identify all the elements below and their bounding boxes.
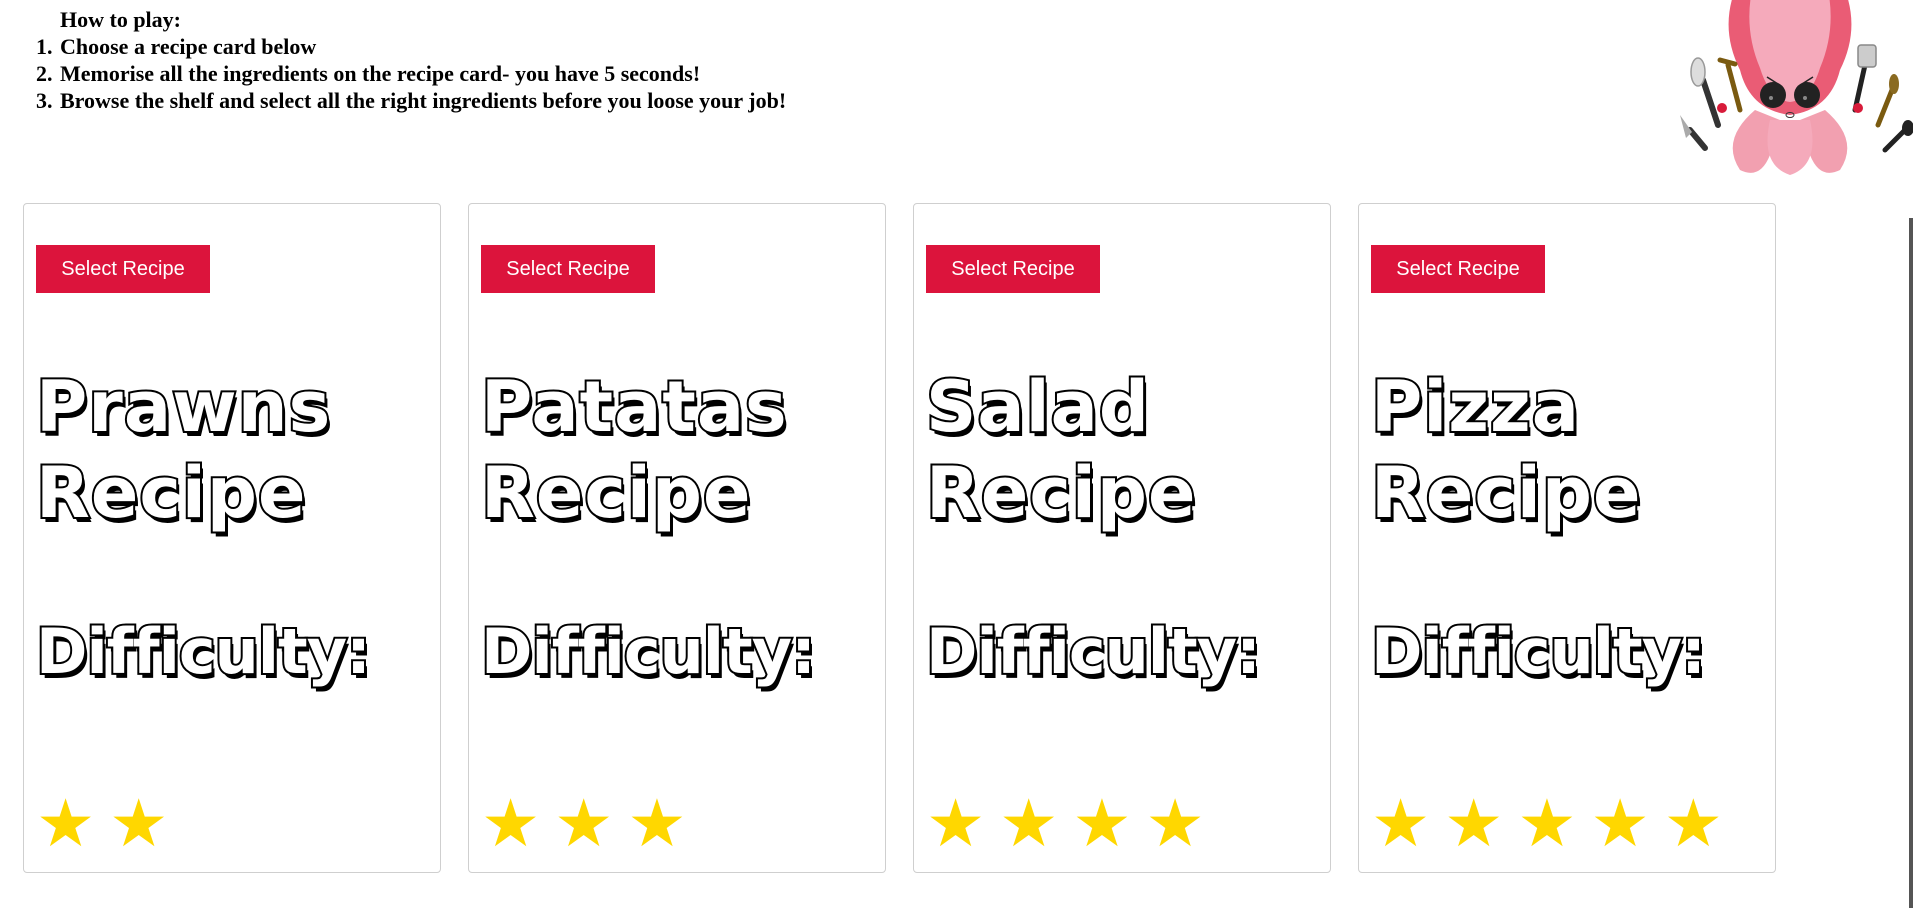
recipe-card-patatas: Select Recipe Patatas Recipe Difficulty:… [468,203,886,873]
instruction-step: 2. Memorise all the ingredients on the re… [36,60,786,87]
star-icon: ★ [1590,785,1650,862]
recipe-title: Patatas Recipe [479,364,789,536]
select-recipe-button[interactable]: Select Recipe [926,245,1100,293]
star-icon: ★ [1371,785,1431,862]
recipe-cards: Select Recipe Prawns Recipe Difficulty: … [23,203,1783,875]
star-icon: ★ [554,785,614,862]
step-number: 2. [36,61,53,86]
instructions-heading: How to play: [60,7,181,32]
recipe-title: Prawns Recipe [34,364,332,536]
instruction-step: 3. Browse the shelf and select all the ri… [36,87,787,114]
star-icon: ★ [1072,785,1132,862]
step-text: Choose a recipe card below [60,34,317,59]
difficulty-stars: ★ ★ ★ ★ [926,784,1205,864]
star-icon: ★ [627,785,687,862]
star-icon: ★ [1444,785,1504,862]
select-recipe-button[interactable]: Select Recipe [36,245,210,293]
recipe-card-pizza: Select Recipe Pizza Recipe Difficulty: ★… [1358,203,1776,873]
recipe-card-prawns: Select Recipe Prawns Recipe Difficulty: … [23,203,441,873]
difficulty-stars: ★ ★ [36,784,168,864]
difficulty-label: Difficulty: [1369,613,1708,690]
difficulty-stars: ★ ★ ★ [481,784,687,864]
instructions: How to play: 1. Choose a recipe card belo… [36,6,787,114]
difficulty-stars: ★ ★ ★ ★ ★ [1371,784,1723,864]
page-scrollbar[interactable] [1909,218,1913,908]
star-icon: ★ [109,785,169,862]
step-number: 3. [36,88,53,113]
star-icon: ★ [481,785,541,862]
difficulty-label: Difficulty: [479,613,818,690]
recipe-title: Pizza Recipe [1369,364,1642,536]
difficulty-label: Difficulty: [924,613,1263,690]
step-number: 1. [36,34,53,59]
difficulty-label: Difficulty: [34,613,373,690]
star-icon: ★ [1517,785,1577,862]
instruction-step: 1. Choose a recipe card below [36,33,786,60]
octopus-chef-icon [1680,0,1913,175]
star-icon: ★ [926,785,986,862]
recipe-card-salad: Select Recipe Salad Recipe Difficulty: ★… [913,203,1331,873]
step-text: Memorise all the ingredients on the reci… [60,61,701,86]
star-icon: ★ [1145,785,1205,862]
step-text: Browse the shelf and select all the righ… [60,88,787,113]
star-icon: ★ [999,785,1059,862]
instructions-list: 1. Choose a recipe card below 2. Memorise … [36,33,787,114]
star-icon: ★ [36,785,96,862]
select-recipe-button[interactable]: Select Recipe [1371,245,1545,293]
select-recipe-button[interactable]: Select Recipe [481,245,655,293]
star-icon: ★ [1663,785,1723,862]
recipe-title: Salad Recipe [924,364,1197,536]
